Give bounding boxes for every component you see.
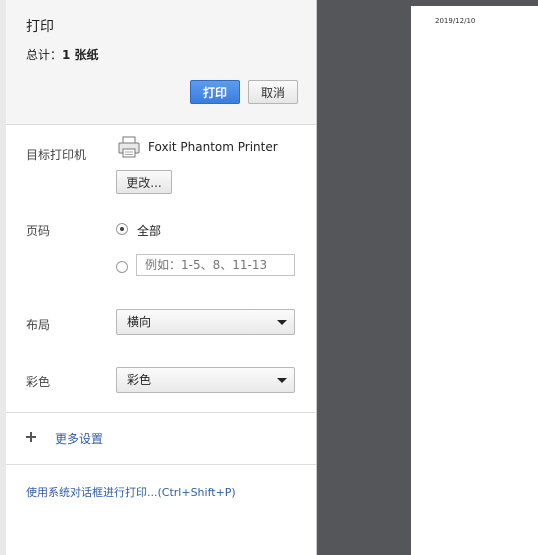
cancel-button[interactable]: 取消 xyxy=(248,80,298,104)
layout-select-value: 横向 xyxy=(127,315,152,329)
preview-date: 2019/12/10 xyxy=(435,17,476,25)
color-label: 彩色 xyxy=(26,375,51,389)
pages-all-radio[interactable] xyxy=(116,223,128,235)
print-settings-panel: 打印 总计：1 张纸 打印 取消 目标打印机 Foxit Phantom Pri… xyxy=(0,0,317,555)
divider xyxy=(6,412,316,413)
dialog-title: 打印 xyxy=(26,19,54,35)
print-header: 打印 总计：1 张纸 打印 取消 xyxy=(6,0,316,125)
pages-custom-input[interactable] xyxy=(136,254,295,276)
more-settings-link[interactable]: 更多设置 xyxy=(55,430,103,447)
system-dialog-link[interactable]: 使用系统对话框进行打印...(Ctrl+Shift+P) xyxy=(26,484,236,500)
layout-label: 布局 xyxy=(26,318,51,332)
layout-select[interactable]: 横向 xyxy=(116,309,295,335)
change-printer-button[interactable]: 更改... xyxy=(116,170,172,194)
pages-label: 页码 xyxy=(26,224,51,238)
preview-page: 2019/12/10 xyxy=(411,6,538,555)
printer-name: Foxit Phantom Printer xyxy=(148,140,278,154)
pages-custom-radio[interactable] xyxy=(116,261,128,273)
chevron-down-icon xyxy=(277,378,287,383)
color-select[interactable]: 彩色 xyxy=(116,367,295,393)
print-button[interactable]: 打印 xyxy=(190,80,240,104)
sheet-total-prefix: 总计： xyxy=(26,48,63,62)
sheet-total-value: 1 张纸 xyxy=(62,48,99,62)
divider xyxy=(6,464,316,465)
plus-icon[interactable] xyxy=(26,432,36,442)
sheet-total: 总计：1 张纸 xyxy=(26,46,99,63)
destination-label: 目标打印机 xyxy=(26,148,87,162)
chevron-down-icon xyxy=(277,320,287,325)
color-select-value: 彩色 xyxy=(127,373,152,387)
pages-all-label: 全部 xyxy=(137,224,162,238)
printer-icon xyxy=(118,136,140,158)
